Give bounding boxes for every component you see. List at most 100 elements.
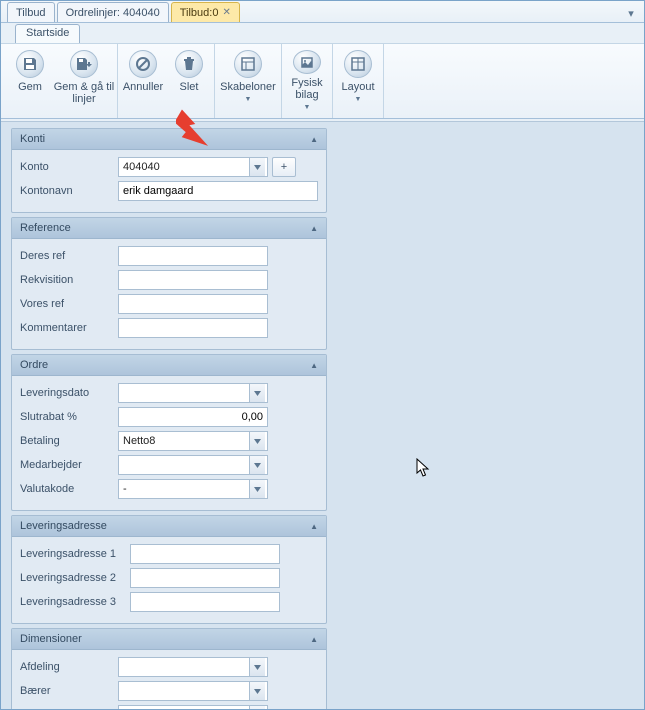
panel-title: Reference: [20, 222, 71, 234]
slet-button[interactable]: Slet: [166, 48, 212, 114]
document-tab-bar: Tilbud Ordrelinjer: 404040 Tilbud:0 ✕ ▾: [1, 1, 644, 23]
baerer-label: Bærer: [20, 685, 118, 697]
formaal-combo[interactable]: [118, 705, 268, 709]
skabeloner-button[interactable]: Skabeloner ▼: [217, 48, 279, 114]
layout-button[interactable]: Layout ▼: [335, 48, 381, 114]
lev2-input[interactable]: [130, 568, 280, 588]
vores-ref-label: Vores ref: [20, 298, 118, 310]
ribbon-tab-startside[interactable]: Startside: [15, 24, 80, 43]
chevron-down-icon[interactable]: [249, 456, 265, 474]
panel-title: Konti: [20, 133, 45, 145]
chevron-down-icon: ▼: [245, 94, 252, 106]
deres-ref-input[interactable]: [118, 246, 268, 266]
button-label: Gem & gå til linjer: [53, 81, 115, 105]
panel-header-reference[interactable]: Reference ▲: [12, 218, 326, 239]
kontonavn-input[interactable]: [118, 181, 318, 201]
document-tab-menu[interactable]: ▾: [624, 6, 638, 20]
panel-konti: Konti ▲ Konto 404040 + Kontonavn: [11, 128, 327, 213]
document-tab-ordrelinjer[interactable]: Ordrelinjer: 404040: [57, 2, 169, 22]
button-label: Skabeloner: [220, 81, 276, 93]
ribbon-toolbar: Gem Gem & gå til linjer Annuller Slet: [1, 43, 644, 119]
betaling-label: Betaling: [20, 435, 118, 447]
save-goto-icon: [70, 50, 98, 78]
chevron-down-icon: ▼: [304, 102, 311, 114]
panel-dimensioner: Dimensioner ▲ Afdeling Bærer Formål: [11, 628, 327, 709]
betaling-combo[interactable]: Netto8: [118, 431, 268, 451]
panel-header-ordre[interactable]: Ordre ▲: [12, 355, 326, 376]
layout-icon: [344, 50, 372, 78]
ribbon-tab-label: Startside: [26, 27, 69, 39]
lev3-input[interactable]: [130, 592, 280, 612]
konto-combo[interactable]: 404040: [118, 157, 268, 177]
rekvisition-label: Rekvisition: [20, 274, 118, 286]
panel-title: Ordre: [20, 359, 48, 371]
document-tab-label: Tilbud:0: [180, 7, 219, 19]
baerer-combo[interactable]: [118, 681, 268, 701]
rekvisition-input[interactable]: [118, 270, 268, 290]
gem-button[interactable]: Gem: [7, 48, 53, 114]
panel-title: Dimensioner: [20, 633, 82, 645]
chevron-down-icon[interactable]: [249, 706, 265, 709]
afdeling-label: Afdeling: [20, 661, 118, 673]
panel-leveringsadresse: Leveringsadresse ▲ Leveringsadresse 1 Le…: [11, 515, 327, 624]
medarbejder-combo[interactable]: [118, 455, 268, 475]
close-icon[interactable]: ✕: [222, 7, 230, 18]
button-label: Slet: [180, 81, 199, 93]
panel-header-konti[interactable]: Konti ▲: [12, 129, 326, 150]
medarbejder-label: Medarbejder: [20, 459, 118, 471]
chevron-down-icon: ▼: [355, 94, 362, 106]
ribbon-tab-bar: Startside: [1, 23, 644, 43]
lev2-label: Leveringsadresse 2: [20, 572, 130, 584]
document-tab-label: Ordrelinjer: 404040: [66, 7, 160, 19]
chevron-up-icon: ▲: [310, 224, 318, 233]
afdeling-combo[interactable]: [118, 657, 268, 677]
valutakode-label: Valutakode: [20, 483, 118, 495]
chevron-up-icon: ▲: [310, 635, 318, 644]
document-tab-label: Tilbud: [16, 7, 46, 19]
templates-icon: [234, 50, 262, 78]
attachment-icon: [293, 50, 321, 74]
cancel-icon: [129, 50, 157, 78]
panel-header-dimensioner[interactable]: Dimensioner ▲: [12, 629, 326, 650]
chevron-down-icon[interactable]: [249, 658, 265, 676]
chevron-down-icon[interactable]: [249, 432, 265, 450]
button-label: Annuller: [123, 81, 163, 93]
chevron-down-icon[interactable]: [249, 384, 265, 402]
leveringsdato-combo[interactable]: [118, 383, 268, 403]
chevron-down-icon[interactable]: [249, 682, 265, 700]
annuller-button[interactable]: Annuller: [120, 48, 166, 114]
chevron-up-icon: ▲: [310, 135, 318, 144]
panel-ordre: Ordre ▲ Leveringsdato Slutrabat % Betali…: [11, 354, 327, 511]
form-area: Konti ▲ Konto 404040 + Kontonavn: [1, 121, 644, 709]
fysisk-bilag-button[interactable]: Fysisk bilag ▼: [284, 48, 330, 114]
konto-add-button[interactable]: +: [272, 157, 296, 177]
valutakode-combo[interactable]: -: [118, 479, 268, 499]
chevron-up-icon: ▲: [310, 361, 318, 370]
document-tab-tilbud[interactable]: Tilbud: [7, 2, 55, 22]
vores-ref-input[interactable]: [118, 294, 268, 314]
chevron-down-icon[interactable]: [249, 480, 265, 498]
save-icon: [16, 50, 44, 78]
lev1-input[interactable]: [130, 544, 280, 564]
button-label: Gem: [18, 81, 42, 93]
panel-title: Leveringsadresse: [20, 520, 107, 532]
kontonavn-label: Kontonavn: [20, 185, 118, 197]
chevron-up-icon: ▲: [310, 522, 318, 531]
leveringsdato-label: Leveringsdato: [20, 387, 118, 399]
button-label: Layout: [341, 81, 374, 93]
slutrabat-label: Slutrabat %: [20, 411, 118, 423]
chevron-down-icon[interactable]: [249, 158, 265, 176]
konto-value: 404040: [123, 161, 249, 173]
valutakode-value: -: [123, 483, 249, 495]
lev3-label: Leveringsadresse 3: [20, 596, 130, 608]
lev1-label: Leveringsadresse 1: [20, 548, 130, 560]
panel-header-leveringsadresse[interactable]: Leveringsadresse ▲: [12, 516, 326, 537]
gem-ga-button[interactable]: Gem & gå til linjer: [53, 48, 115, 114]
kommentarer-input[interactable]: [118, 318, 268, 338]
konto-label: Konto: [20, 161, 118, 173]
delete-icon: [175, 50, 203, 78]
panel-reference: Reference ▲ Deres ref Rekvisition Vores …: [11, 217, 327, 350]
document-tab-tilbud0[interactable]: Tilbud:0 ✕: [171, 2, 240, 22]
betaling-value: Netto8: [123, 435, 249, 447]
slutrabat-input[interactable]: [118, 407, 268, 427]
